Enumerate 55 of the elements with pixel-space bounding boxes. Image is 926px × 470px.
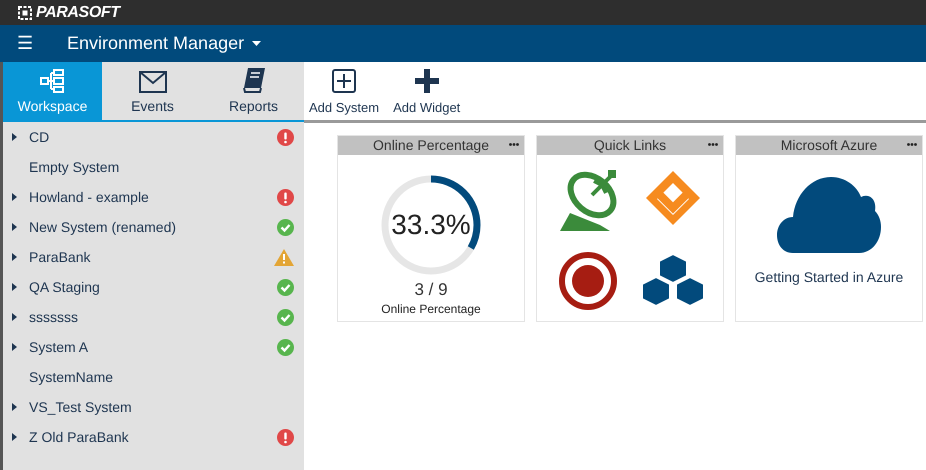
logo-icon [18, 6, 32, 20]
system-item[interactable]: Z Old ParaBank [3, 422, 304, 452]
expand-arrow-icon[interactable] [12, 283, 17, 291]
system-name: sssssss [29, 308, 79, 326]
system-name: Howland - example [29, 188, 150, 207]
system-name: New System (renamed) [29, 218, 178, 237]
book-icon [242, 67, 266, 93]
system-name: Z Old ParaBank [29, 428, 130, 446]
envelope-icon [138, 71, 166, 93]
expand-arrow-icon[interactable] [12, 253, 17, 261]
widget-title: Quick Links [594, 136, 666, 155]
expand-arrow-icon[interactable] [12, 313, 17, 321]
system-item[interactable]: sssssss [3, 302, 304, 332]
expand-arrow-icon[interactable] [12, 133, 17, 141]
toolbar-button[interactable]: Add System [309, 68, 380, 117]
system-item[interactable]: SystemName [3, 362, 304, 392]
network-icon [40, 69, 66, 93]
system-name: QA Staging [29, 278, 101, 297]
system-name: SystemName [29, 368, 114, 387]
gauge-value: 33.3% [391, 208, 471, 242]
plus-icon [414, 68, 439, 92]
system-item[interactable]: ParaBank [3, 242, 304, 272]
gauge-caption: Online Percentage [381, 301, 481, 318]
cloud-icon [777, 177, 881, 253]
system-item[interactable]: Empty System [3, 152, 304, 182]
target-icon[interactable] [558, 252, 616, 310]
system-item[interactable]: Howland - example [3, 182, 304, 212]
system-name: VS_Test System [29, 398, 133, 417]
system-item[interactable]: System A [3, 332, 304, 362]
expand-arrow-icon[interactable] [12, 223, 17, 231]
more-icon[interactable] [708, 143, 718, 146]
system-item[interactable]: VS_Test System [3, 392, 304, 422]
toolbar-button[interactable]: Add Widget [393, 68, 460, 117]
expand-arrow-icon[interactable] [12, 343, 17, 351]
system-name: ParaBank [29, 248, 92, 266]
widget-title: Microsoft Azure [780, 136, 878, 155]
menu-button[interactable]: ☰ [0, 30, 50, 57]
expand-arrow-icon[interactable] [12, 433, 17, 441]
azure-link[interactable]: Getting Started in Azure [754, 267, 904, 288]
system-item[interactable]: CD [3, 122, 304, 152]
system-name: CD [29, 128, 50, 146]
system-name: Empty System [29, 158, 120, 177]
more-icon[interactable] [907, 143, 917, 146]
app-title-dropdown[interactable]: Environment Manager [67, 30, 262, 57]
system-item[interactable]: New System (renamed) [3, 212, 304, 242]
expand-arrow-icon[interactable] [12, 403, 17, 411]
system-item[interactable]: QA Staging [3, 272, 304, 302]
online-count: 3 / 9 [414, 280, 448, 300]
plus-box-icon [332, 68, 356, 92]
caret-icon [252, 41, 262, 46]
system-name: System A [29, 338, 90, 357]
more-icon[interactable] [509, 143, 519, 146]
expand-arrow-icon[interactable] [12, 193, 17, 201]
brand-logo: PARASOFT [36, 2, 120, 22]
widget-title: Online Percentage [373, 136, 489, 155]
